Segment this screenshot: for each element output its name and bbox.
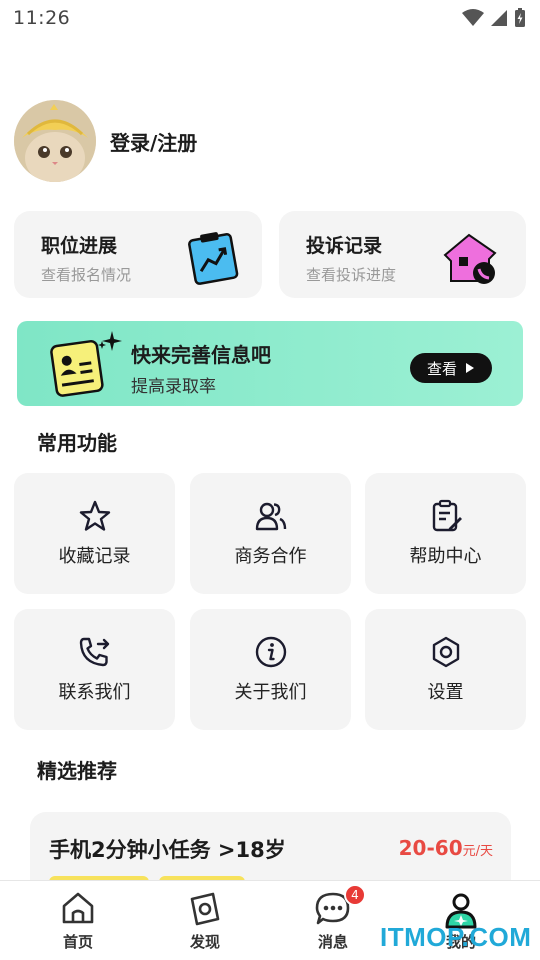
banner-title: 快来完善信息吧 [131, 343, 271, 367]
card-title: 职位进展 [41, 235, 118, 257]
profile-header[interactable]: 登录/注册 [14, 100, 197, 182]
card-subtitle: 查看报名情况 [41, 266, 132, 284]
watermark: ITMOP.COM [380, 922, 532, 952]
salary-amount: 20-60 [398, 836, 463, 860]
about-us-tile[interactable]: 关于我们 [190, 609, 351, 730]
job-progress-card[interactable]: 职位进展 查看报名情况 [14, 211, 262, 298]
job-title: 手机2分钟小任务 >18岁 [49, 838, 286, 862]
complaint-record-card[interactable]: 投诉记录 查看投诉进度 [279, 211, 526, 298]
tab-label: 消息 [317, 933, 348, 951]
tab-messages[interactable]: 4 消息 [288, 881, 378, 960]
discover-icon [190, 892, 220, 926]
wifi-icon [462, 9, 484, 26]
view-button-label: 查看 [426, 359, 457, 378]
banner-subtitle: 提高录取率 [131, 377, 216, 397]
unread-badge: 4 [344, 884, 366, 906]
tab-home[interactable]: 首页 [33, 881, 123, 960]
favorites-tile[interactable]: 收藏记录 [14, 473, 175, 594]
featured-heading: 精选推荐 [37, 759, 117, 783]
view-button[interactable]: 查看 [410, 353, 492, 383]
common-functions-heading: 常用功能 [37, 431, 117, 455]
status-time: 11:26 [13, 7, 71, 29]
signal-icon [491, 10, 507, 26]
status-icons [462, 8, 526, 28]
info-icon [255, 636, 286, 668]
users-icon [255, 502, 286, 531]
tab-label: 首页 [62, 933, 93, 951]
phone-forward-icon [79, 637, 109, 667]
salary-unit: 元/天 [462, 844, 493, 859]
card-subtitle: 查看投诉进度 [306, 266, 397, 284]
complete-info-banner[interactable]: 快来完善信息吧 提高录取率 查看 [17, 321, 523, 406]
settings-tile[interactable]: 设置 [365, 609, 526, 730]
business-cooperation-tile[interactable]: 商务合作 [190, 473, 351, 594]
tile-label: 联系我们 [58, 682, 131, 703]
tile-label: 设置 [427, 682, 464, 703]
battery-icon [515, 8, 525, 27]
login-register-link[interactable]: 登录/注册 [110, 127, 197, 156]
contact-us-tile[interactable]: 联系我们 [14, 609, 175, 730]
play-arrow-icon [466, 363, 474, 373]
hexagon-settings-icon [432, 636, 459, 668]
avatar[interactable] [14, 100, 96, 182]
tile-label: 帮助中心 [409, 546, 482, 567]
tile-label: 关于我们 [234, 682, 307, 703]
house-phone-icon [443, 233, 497, 284]
star-icon [79, 500, 110, 531]
clipboard-edit-icon [432, 499, 462, 532]
status-bar: 11:26 [0, 0, 540, 36]
chart-clipboard-icon [188, 232, 239, 285]
card-title: 投诉记录 [306, 235, 383, 257]
profile-document-icon [50, 331, 122, 397]
tile-label: 收藏记录 [58, 546, 131, 567]
tab-label: 发现 [189, 933, 220, 951]
cat-avatar-image [14, 100, 96, 182]
help-center-tile[interactable]: 帮助中心 [365, 473, 526, 594]
job-salary: 20-60元/天 [399, 836, 493, 860]
tab-discover[interactable]: 发现 [160, 881, 250, 960]
tile-label: 商务合作 [234, 546, 307, 567]
home-icon [62, 892, 94, 924]
